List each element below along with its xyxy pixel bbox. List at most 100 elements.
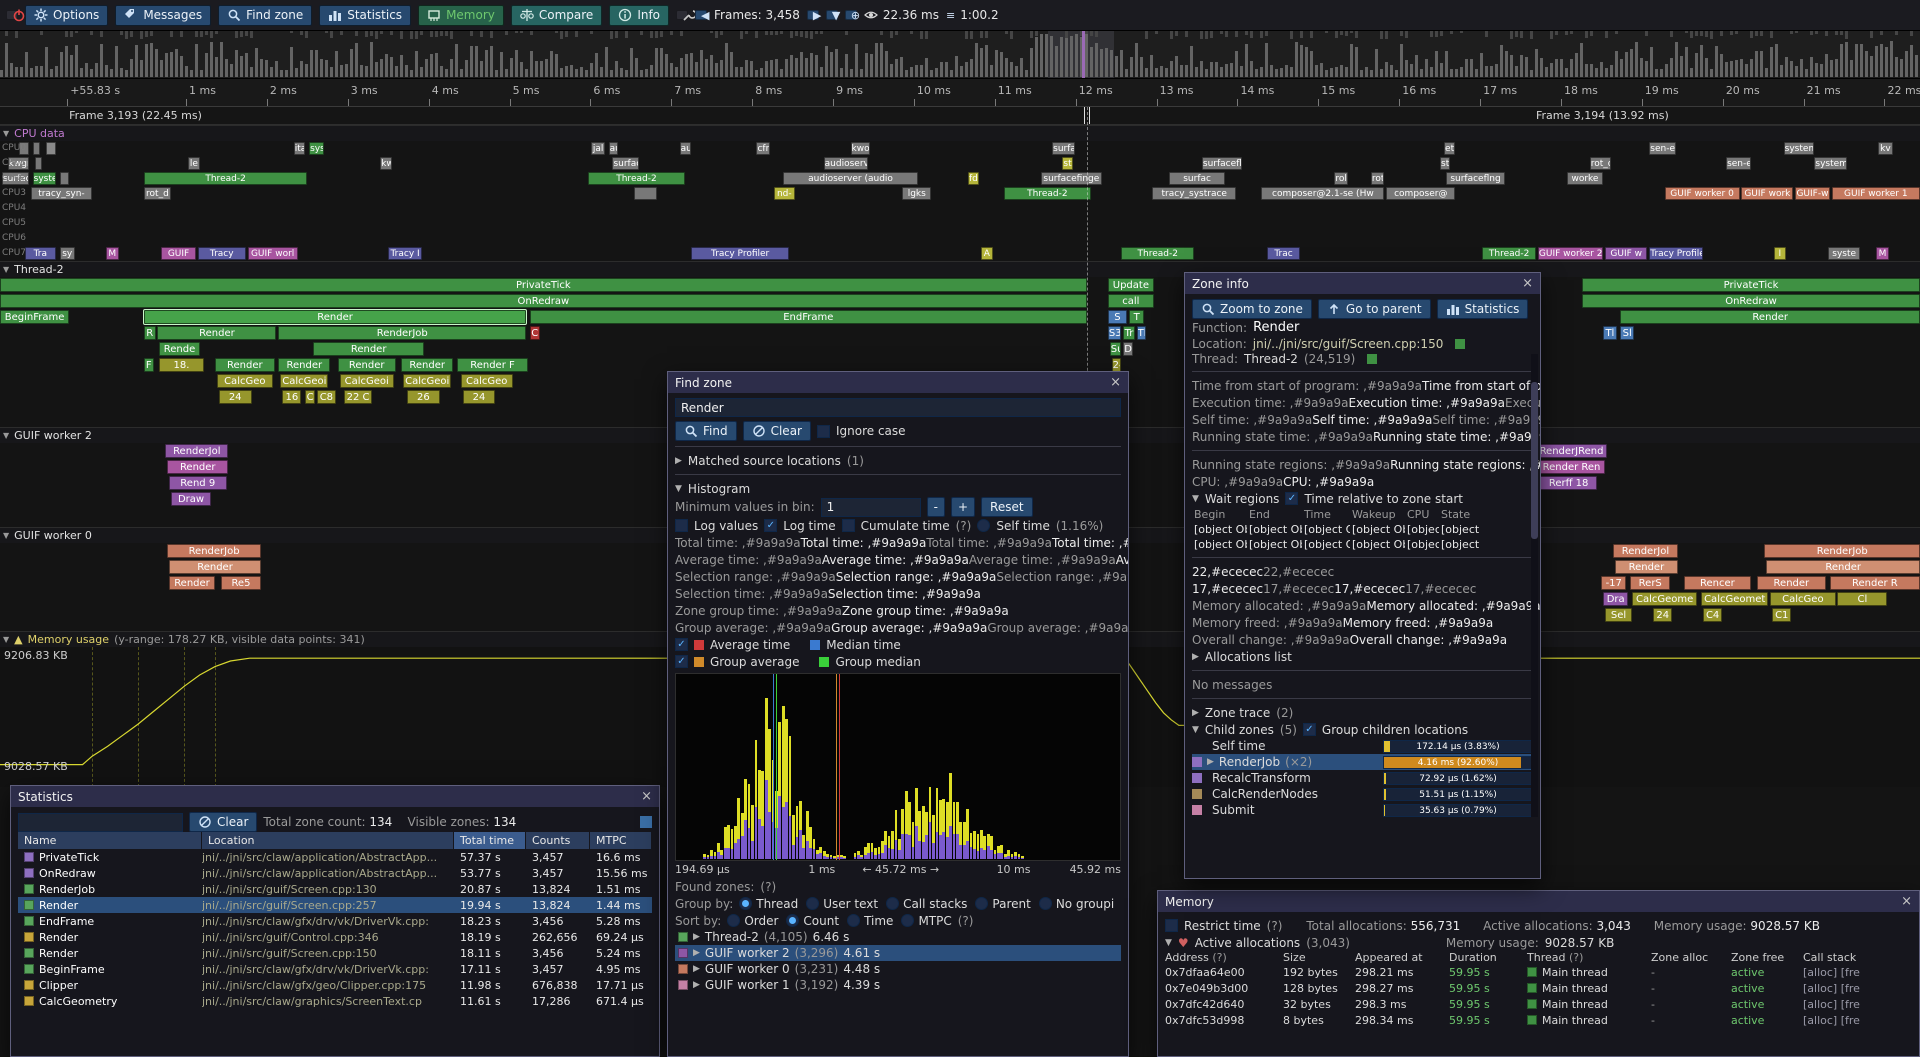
allocation-row[interactable]: 0x7e049b3d00 128 bytes 298.27 ms 59.95 s…	[1165, 980, 1912, 996]
zone-bar[interactable]: T	[1129, 310, 1144, 324]
bin-plus-button[interactable]: +	[951, 497, 975, 517]
zone-bar[interactable]: CalcGeoi	[403, 374, 451, 388]
cpu-zone-bar[interactable]: composer@	[1386, 187, 1455, 200]
zone-bar[interactable]: Rencer	[1684, 576, 1751, 590]
next-frame-button[interactable]: ▶	[807, 10, 819, 20]
cpu-zone-bar[interactable]: M	[106, 247, 119, 260]
cpu-zone-bar[interactable]: rot_d	[144, 187, 171, 200]
cpu-zone-bar[interactable]: ita	[294, 142, 306, 155]
cpu-zone-bar[interactable]: Tracy Profiler	[691, 247, 789, 260]
restrict-time-checkbox[interactable]	[1165, 919, 1178, 932]
zone-bar[interactable]: Su	[1110, 342, 1122, 356]
zone-bar[interactable]: RenderJob	[278, 326, 526, 340]
expand-icon[interactable]: ▶	[693, 948, 700, 958]
cpu-zone-bar[interactable]: Thread-2	[1004, 187, 1090, 200]
thread2-header[interactable]: ▼Thread-2	[0, 261, 1920, 277]
log-values-checkbox[interactable]	[675, 519, 688, 532]
cpu-zone-bar[interactable]: au	[680, 142, 692, 155]
child-zones-toggle[interactable]: ▼Child zones(5)✓Group children locations	[1192, 721, 1533, 738]
sort-by-option[interactable]: Order	[727, 914, 778, 928]
zone-bar[interactable]: Render Ren	[1538, 460, 1605, 474]
cpu-zone-bar[interactable]: A	[981, 247, 993, 260]
time-ruler[interactable]: +55.83 s1 ms2 ms3 ms4 ms5 ms6 ms7 ms8 ms…	[0, 79, 1920, 107]
allocations-list-toggle[interactable]: ▶Allocations list	[1192, 648, 1533, 665]
cpu-zone-bar[interactable]: et	[1444, 142, 1456, 155]
found-zone-group-row[interactable]: ▶ Thread-2(4,105)6.46 s	[675, 929, 1121, 945]
compare-button[interactable]: Compare	[511, 5, 602, 26]
cpu-zone-bar[interactable]: Tracy Profiler	[1649, 247, 1703, 260]
zone-bar[interactable]: Update	[1108, 278, 1154, 292]
cpu-zone-bar[interactable]: fd	[968, 172, 980, 185]
zone-bar[interactable]: 24	[1112, 358, 1122, 372]
frames-minimap[interactable]	[0, 31, 1920, 79]
options-button[interactable]: Options	[25, 5, 108, 26]
cpu-zone-bar[interactable]: GUIF worker 2	[1538, 247, 1603, 260]
zone-bar[interactable]: Render	[1615, 560, 1678, 574]
statistics-table-row[interactable]: BeginFrame jni/../jni/src/claw/gfx/drv/v…	[18, 961, 652, 977]
zone-statistics-button[interactable]: Statistics	[1437, 299, 1529, 319]
histogram-toggle[interactable]: ▼Histogram	[675, 480, 1121, 497]
zone-bar[interactable]: Render	[278, 358, 330, 372]
cpu-zone-bar[interactable]: Thread-2	[1121, 247, 1194, 260]
zone-bar[interactable]: Rerff 18	[1540, 476, 1598, 490]
zone-bar[interactable]: CalcGeome	[1632, 592, 1697, 606]
statistics-table-row[interactable]: OnRedraw jni/../jni/src/claw/application…	[18, 865, 652, 881]
column-header-counts[interactable]: Counts	[526, 832, 590, 849]
zone-bar[interactable]: OnRedraw	[1582, 294, 1920, 308]
zone-bar[interactable]: RenderJob	[167, 544, 261, 558]
statistics-titlebar[interactable]: Statistics×	[11, 786, 659, 807]
zone-bar[interactable]: Draw	[171, 492, 211, 506]
cpu-zone-bar[interactable]	[46, 142, 56, 155]
cpu-zone-bar[interactable]: au	[609, 142, 619, 155]
zone-bar[interactable]: Render	[401, 358, 453, 372]
stats-grip[interactable]	[640, 816, 652, 828]
filter-zones-input[interactable]	[18, 813, 183, 832]
zone-bar[interactable]: PrivateTick	[1582, 278, 1920, 292]
zone-bar[interactable]: C	[530, 326, 540, 340]
prev-frame-button[interactable]: ◀	[695, 10, 707, 20]
zone-bar[interactable]: 22 C	[344, 390, 373, 404]
cpu-zone-bar[interactable]: GUIF-w	[1795, 187, 1830, 200]
zone-bar[interactable]: CalcGeo	[1770, 592, 1835, 606]
info-button[interactable]: Info	[609, 5, 669, 26]
zone-bar[interactable]: CalcGeo	[217, 374, 273, 388]
zone-info-scrollbar[interactable]	[1531, 354, 1538, 817]
memory-button[interactable]: Memory	[418, 5, 504, 26]
zone-bar[interactable]: Render F	[457, 358, 528, 372]
statistics-table-row[interactable]: Render jni/../jni/src/guif/Screen.cpp:15…	[18, 945, 652, 961]
expand-icon[interactable]: ▶	[693, 932, 700, 942]
cpu-zone-bar[interactable]: tracy_syn-	[31, 187, 92, 200]
cpu-zone-bar[interactable]: GUIF worker 0	[1665, 187, 1740, 200]
cpu-zone-bar[interactable]: M	[1876, 247, 1889, 260]
cpu-zone-bar[interactable]: GUIF worker 1	[1832, 187, 1920, 200]
zone-bar[interactable]: R	[144, 326, 156, 340]
statistics-table-row[interactable]: RenderJob jni/../jni/src/guif/Screen.cpp…	[18, 881, 652, 897]
zone-bar[interactable]: CalcGeoi	[340, 374, 394, 388]
zoom-to-zone-button[interactable]: Zoom to zone	[1192, 299, 1312, 319]
cpu-zone-bar[interactable]: le	[188, 157, 200, 170]
bin-minus-button[interactable]: -	[927, 497, 945, 517]
zone-bar[interactable]: Render	[338, 358, 396, 372]
focus-frame-button[interactable]: ⊕	[845, 10, 857, 20]
group-by-option[interactable]: User text	[806, 897, 878, 911]
wait-region-row[interactable]: [object Object][object Object][object Ob…	[1192, 537, 1533, 552]
cpu-zone-bar[interactable]: jal	[591, 142, 604, 155]
column-header-thread[interactable]: Thread (?)	[1527, 951, 1651, 964]
column-header-name[interactable]: Name	[18, 832, 202, 849]
zone-bar[interactable]: Render	[313, 342, 424, 356]
active-allocations-toggle[interactable]: ▼ ♥ Active allocations(3,043) Memory usa…	[1165, 934, 1912, 951]
cpu-zone-bar[interactable]: nd-	[774, 187, 795, 200]
cpu-zone-bar[interactable]: rot	[1371, 172, 1384, 185]
zone-bar[interactable]: RenderJol	[165, 444, 228, 458]
cpu-zone-bar[interactable]: kwoc	[851, 142, 870, 155]
cpu-zone-bar[interactable]: system_s	[1814, 157, 1847, 170]
zone-bar[interactable]: C	[305, 390, 315, 404]
zone-bar[interactable]: BeginFrame	[0, 310, 69, 324]
zone-bar[interactable]: Cl	[1837, 592, 1887, 606]
cumulate-time-checkbox[interactable]	[842, 519, 855, 532]
go-to-parent-button[interactable]: Go to parent	[1318, 299, 1431, 319]
cpu-zone-bar[interactable]: Tracy	[198, 247, 246, 260]
zone-bar[interactable]: Render	[1757, 576, 1826, 590]
zone-bar[interactable]: Render	[215, 358, 275, 372]
cpu-zone-bar[interactable]: sen-es	[1726, 157, 1751, 170]
